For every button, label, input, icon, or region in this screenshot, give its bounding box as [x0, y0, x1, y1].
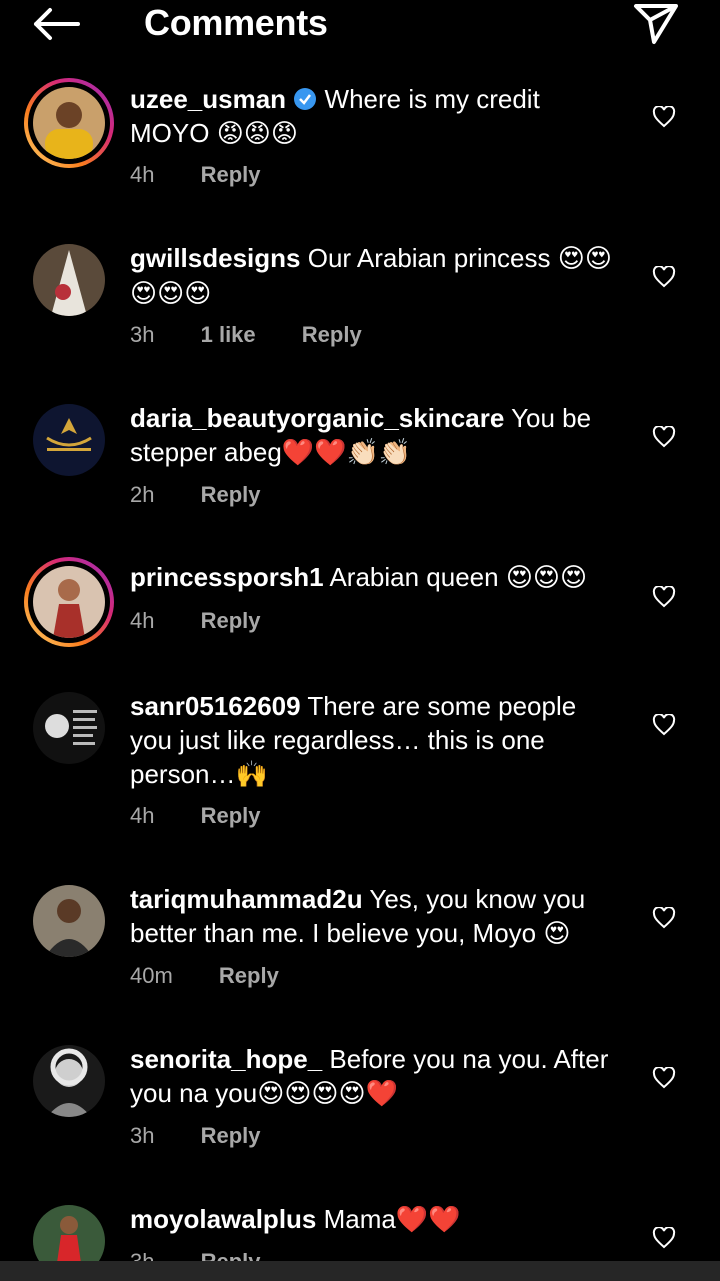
- comment-time: 2h: [130, 482, 155, 507]
- heart-icon[interactable]: [652, 106, 676, 128]
- avatar[interactable]: [33, 404, 105, 476]
- comment-emojis: ❤️❤️: [395, 1205, 461, 1235]
- comment-username[interactable]: daria_beautyorganic_skincare: [130, 403, 504, 433]
- comment-text: Arabian queen: [329, 562, 499, 592]
- heart-icon[interactable]: [652, 586, 676, 608]
- likes-count[interactable]: 1 like: [201, 322, 256, 347]
- comment-emojis: ❤️❤️👏🏻👏🏻: [281, 438, 412, 468]
- avatar[interactable]: [33, 1045, 105, 1117]
- comment-username[interactable]: senorita_hope_: [130, 1044, 322, 1074]
- reply-button[interactable]: Reply: [201, 803, 261, 828]
- comment-time: 4h: [130, 162, 155, 187]
- comment-username[interactable]: uzee_usman: [130, 84, 286, 114]
- heart-icon[interactable]: [652, 266, 676, 288]
- comment-time: 4h: [130, 608, 155, 633]
- avatar[interactable]: [24, 557, 114, 647]
- comment-time: 40m: [130, 963, 173, 988]
- comment-text: Mama: [323, 1204, 396, 1234]
- avatar[interactable]: [24, 78, 114, 168]
- reply-button[interactable]: Reply: [219, 963, 279, 988]
- comment-time: 3h: [130, 1123, 155, 1148]
- comment-emojis: 😍😍😍: [505, 563, 588, 593]
- comment-username[interactable]: gwillsdesigns: [130, 243, 301, 273]
- comment-time: 4h: [130, 803, 155, 828]
- heart-icon[interactable]: [652, 426, 676, 448]
- comment-text: Our Arabian princess: [307, 243, 551, 273]
- heart-icon[interactable]: [652, 1227, 676, 1249]
- comment-username[interactable]: princessporsh1: [130, 562, 324, 592]
- comment-username[interactable]: sanr05162609: [130, 691, 301, 721]
- avatar[interactable]: [33, 244, 105, 316]
- verified-badge-icon: [294, 88, 317, 110]
- top-bar: Comments: [0, 0, 720, 50]
- system-nav-bar: [0, 1261, 720, 1281]
- page-title: Comments: [144, 2, 328, 43]
- reply-button[interactable]: Reply: [201, 162, 261, 187]
- comment-time: 3h: [130, 322, 155, 347]
- send-icon[interactable]: [632, 2, 680, 46]
- reply-button[interactable]: Reply: [201, 1123, 261, 1148]
- comment-emojis: 😍: [543, 919, 571, 949]
- avatar[interactable]: [33, 692, 105, 764]
- comment-emojis: 🙌: [235, 760, 268, 790]
- heart-icon[interactable]: [652, 1067, 676, 1089]
- reply-button[interactable]: Reply: [201, 482, 261, 507]
- comment-emojis: 😡😡😡: [216, 119, 299, 149]
- reply-button[interactable]: Reply: [302, 322, 362, 347]
- comment-username[interactable]: tariqmuhammad2u: [130, 884, 363, 914]
- heart-icon[interactable]: [652, 907, 676, 929]
- avatar[interactable]: [33, 885, 105, 957]
- comment-username[interactable]: moyolawalplus: [130, 1204, 316, 1234]
- heart-icon[interactable]: [652, 714, 676, 736]
- comment-emojis: 😍😍😍😍❤️: [257, 1079, 399, 1109]
- reply-button[interactable]: Reply: [201, 608, 261, 633]
- back-arrow-icon[interactable]: [30, 6, 82, 42]
